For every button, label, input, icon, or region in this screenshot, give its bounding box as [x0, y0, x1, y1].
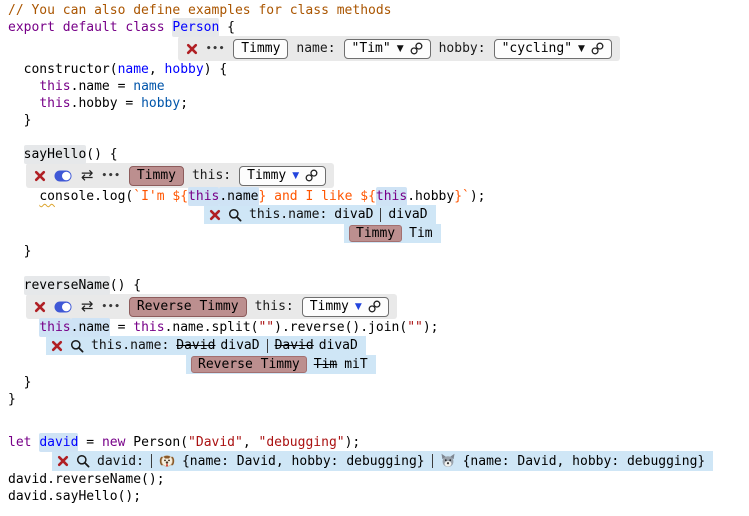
example-probe-value: Tim [409, 226, 432, 241]
code-line-call-sayhello: david.sayHello(); [8, 488, 749, 505]
link-icon[interactable] [305, 169, 318, 182]
reversename-example-widget: ⇄ ••• Reverse Timmy this: Timmy ▼ [26, 294, 397, 319]
probe-new-left: divaD [220, 338, 259, 353]
probe-new-right: divaD [319, 338, 358, 353]
code-line-close-class: } [8, 391, 749, 408]
code-line-call-reversename: david.reverseName(); [8, 471, 749, 488]
this-param-label: this: [192, 168, 231, 183]
code-line-close-reversename: } [8, 374, 749, 391]
probe-object-right: {name: David, hobby: debugging} [463, 454, 706, 469]
swap-arrows-icon[interactable]: ⇄ [81, 168, 94, 183]
close-probe-icon[interactable] [209, 209, 221, 221]
magnifier-icon[interactable] [228, 208, 242, 222]
remove-example-icon[interactable] [186, 43, 198, 55]
probe-value-right: divaD [388, 207, 427, 222]
caret-down-icon: ▼ [292, 171, 299, 181]
example-old-value: Tim [314, 357, 337, 372]
toggle-on-icon[interactable] [54, 170, 73, 182]
code-line-close-sayhello: } [8, 243, 749, 260]
code-editor[interactable]: // You can also define examples for clas… [0, 0, 749, 505]
hobby-value-dropdown[interactable]: "cycling" ▼ [494, 39, 612, 59]
class-example-widget: ••• Timmy name: "Tim" ▼ hobby: "cycling"… [178, 36, 620, 61]
code-line-assign-name: this.name = name [8, 78, 749, 95]
sayhello-probe-row1: this.name: divaD divaD [204, 205, 436, 224]
example-name-label: Timmy [137, 168, 176, 183]
code-line-constructor: constructor(name, hobby) { [8, 61, 749, 78]
this-value: Timmy [247, 168, 286, 183]
remove-example-icon[interactable] [34, 170, 46, 182]
name-param-label: name: [296, 41, 335, 56]
example-name-label: Timmy [241, 41, 280, 56]
magnifier-icon[interactable] [76, 454, 90, 468]
probe-object-left: {name: David, hobby: debugging} [182, 454, 425, 469]
sayhello-example-widget: ⇄ ••• Timmy this: Timmy ▼ [26, 163, 334, 188]
this-value: Timmy [310, 299, 349, 314]
name-value-dropdown[interactable]: "Tim" ▼ [344, 39, 431, 59]
more-options-icon[interactable]: ••• [206, 44, 225, 54]
value-divider [267, 339, 268, 353]
probe-label: this.name: [91, 338, 169, 353]
toggle-on-icon[interactable] [54, 301, 73, 313]
more-options-icon[interactable]: ••• [102, 302, 121, 312]
close-probe-icon[interactable] [57, 455, 69, 467]
hobby-value: "cycling" [502, 41, 572, 56]
code-line-class-declaration: export default class Person { [8, 19, 749, 36]
code-line-reverse-body: this.name = this.name.split("").reverse(… [8, 319, 749, 336]
code-line-let-david: let david = new Person("David", "debuggi… [8, 434, 749, 451]
close-probe-icon[interactable] [51, 340, 63, 352]
probe-old-left: David [176, 338, 215, 353]
probe-label: david: [97, 454, 144, 469]
more-options-icon[interactable]: ••• [102, 171, 121, 181]
caret-down-icon: ▼ [578, 44, 585, 54]
example-name-button[interactable]: Timmy [233, 39, 288, 59]
example-badge[interactable]: Reverse Timmy [191, 356, 307, 373]
david-probe-row: david: {name: David, hobby: debugging} {… [52, 451, 713, 471]
example-badge[interactable]: Timmy [349, 225, 402, 242]
example-name-button[interactable]: Reverse Timmy [129, 297, 247, 317]
reversename-probe-row2: Reverse Timmy Tim miT [186, 355, 376, 374]
code-line-close-constructor: } [8, 112, 749, 129]
caret-down-icon: ▼ [355, 302, 362, 312]
reversename-probe-row1: this.name: David divaD David divaD [46, 336, 366, 355]
dog-icon [159, 453, 175, 469]
name-value: "Tim" [352, 41, 391, 56]
probe-value-left: divaD [334, 207, 373, 222]
magnifier-icon[interactable] [70, 339, 84, 353]
code-line-sayhello: sayHello() { [8, 146, 749, 163]
code-line-console-log: console.log(`I'm ${this.name} and I like… [8, 188, 749, 205]
sayhello-probe-row2: Timmy Tim [344, 224, 441, 243]
link-icon[interactable] [410, 42, 423, 55]
example-badge-label: Timmy [356, 226, 395, 241]
code-line-assign-hobby: this.hobby = hobby; [8, 95, 749, 112]
value-divider [151, 454, 152, 468]
code-line-reversename: reverseName() { [8, 277, 749, 294]
this-value-dropdown[interactable]: Timmy ▼ [239, 166, 326, 186]
this-param-label: this: [255, 299, 294, 314]
example-badge-label: Reverse Timmy [198, 357, 300, 372]
wolf-icon [440, 453, 456, 469]
example-name-button[interactable]: Timmy [129, 166, 184, 186]
caret-down-icon: ▼ [397, 44, 404, 54]
probe-label: this.name: [249, 207, 327, 222]
value-divider [380, 208, 381, 222]
remove-example-icon[interactable] [34, 301, 46, 313]
hobby-param-label: hobby: [439, 41, 486, 56]
example-new-value: miT [344, 357, 367, 372]
code-line-comment: // You can also define examples for clas… [8, 2, 749, 19]
example-name-label: Reverse Timmy [137, 299, 239, 314]
value-divider [432, 454, 433, 468]
this-value-dropdown[interactable]: Timmy ▼ [302, 297, 389, 317]
link-icon[interactable] [368, 300, 381, 313]
swap-arrows-icon[interactable]: ⇄ [81, 299, 94, 314]
link-icon[interactable] [591, 42, 604, 55]
probe-old-right: David [275, 338, 314, 353]
